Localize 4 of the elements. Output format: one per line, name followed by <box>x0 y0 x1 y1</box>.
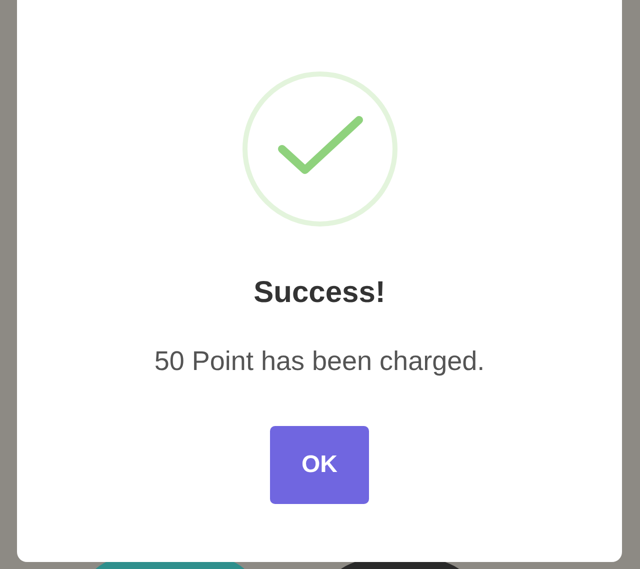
dialog-title: Success! <box>254 275 386 311</box>
checkmark-icon <box>240 70 398 228</box>
ok-button[interactable]: OK <box>270 426 369 504</box>
dialog-message: 50 Point has been charged. <box>154 345 485 378</box>
